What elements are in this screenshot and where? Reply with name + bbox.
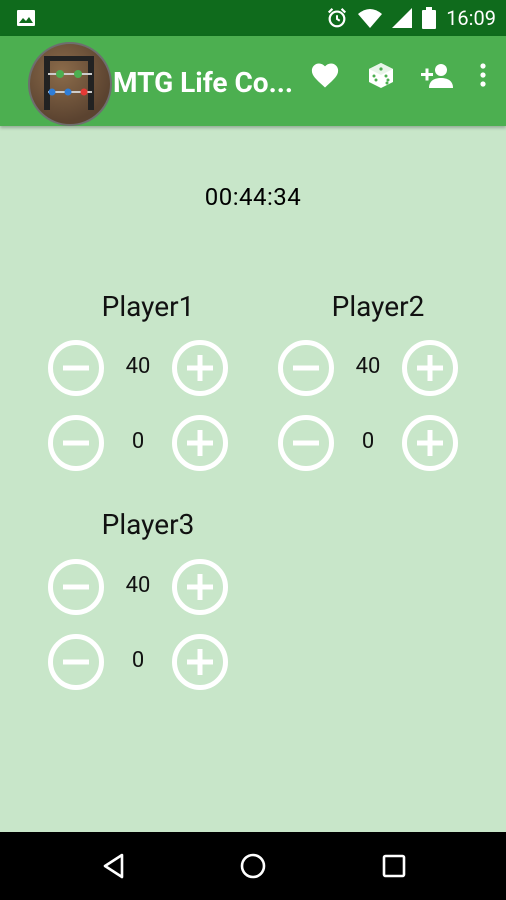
- alarm-icon: [328, 8, 347, 28]
- poison-value: 0: [131, 429, 145, 454]
- decrease-life-button[interactable]: [278, 340, 334, 396]
- life-counter: 40: [48, 340, 248, 400]
- abacus-icon: [44, 56, 94, 110]
- plus-icon: [187, 649, 213, 675]
- player-name[interactable]: Player3: [48, 508, 248, 541]
- status-bar: 16:09: [0, 0, 506, 36]
- increase-poison-button[interactable]: [402, 415, 458, 471]
- battery-icon: [422, 7, 437, 29]
- minus-icon: [293, 440, 319, 446]
- app-bar: MTG Life Co...: [0, 36, 506, 126]
- plus-icon: [187, 430, 213, 456]
- poison-counter: 0: [278, 415, 478, 475]
- decrease-poison-button[interactable]: [48, 634, 104, 690]
- back-icon[interactable]: [100, 852, 128, 880]
- plus-icon: [417, 430, 443, 456]
- player-name[interactable]: Player2: [278, 290, 478, 323]
- plus-icon: [417, 355, 443, 381]
- player-name[interactable]: Player1: [48, 290, 248, 323]
- add-person-icon[interactable]: [420, 58, 454, 92]
- game-timer: 00:44:34: [204, 183, 302, 211]
- decrease-poison-button[interactable]: [48, 415, 104, 471]
- heart-icon[interactable]: [308, 58, 342, 92]
- minus-icon: [63, 659, 89, 665]
- increase-life-button[interactable]: [402, 340, 458, 396]
- app-logo-abacus: [28, 42, 112, 126]
- player-panel-2: Player2 40 0: [278, 290, 478, 471]
- minus-icon: [63, 440, 89, 446]
- navigation-bar: [0, 832, 506, 900]
- poison-value: 0: [131, 648, 145, 673]
- life-counter: 40: [278, 340, 478, 400]
- home-icon[interactable]: [239, 852, 267, 880]
- poison-value: 0: [361, 429, 375, 454]
- increase-life-button[interactable]: [172, 559, 228, 615]
- minus-icon: [63, 584, 89, 590]
- player-panel-1: Player1 40 0: [48, 290, 248, 471]
- increase-poison-button[interactable]: [172, 634, 228, 690]
- decrease-life-button[interactable]: [48, 559, 104, 615]
- wifi-icon: [358, 9, 383, 28]
- dice-icon[interactable]: [364, 58, 398, 92]
- poison-counter: 0: [48, 415, 248, 475]
- player-panel-3: Player3 40 0: [48, 508, 248, 690]
- minus-icon: [63, 365, 89, 371]
- image-icon: [17, 10, 35, 26]
- status-time: 16:09: [446, 6, 496, 30]
- app-title: MTG Life Co...: [113, 66, 293, 99]
- life-value: 40: [125, 573, 151, 598]
- poison-counter: 0: [48, 634, 248, 694]
- recents-icon[interactable]: [380, 852, 408, 880]
- decrease-poison-button[interactable]: [278, 415, 334, 471]
- plus-icon: [187, 574, 213, 600]
- more-vert-icon[interactable]: [476, 58, 490, 92]
- increase-poison-button[interactable]: [172, 415, 228, 471]
- life-value: 40: [355, 354, 381, 379]
- life-counter: 40: [48, 559, 248, 619]
- life-value: 40: [125, 354, 151, 379]
- decrease-life-button[interactable]: [48, 340, 104, 396]
- minus-icon: [293, 365, 319, 371]
- signal-icon: [392, 8, 413, 28]
- plus-icon: [187, 355, 213, 381]
- increase-life-button[interactable]: [172, 340, 228, 396]
